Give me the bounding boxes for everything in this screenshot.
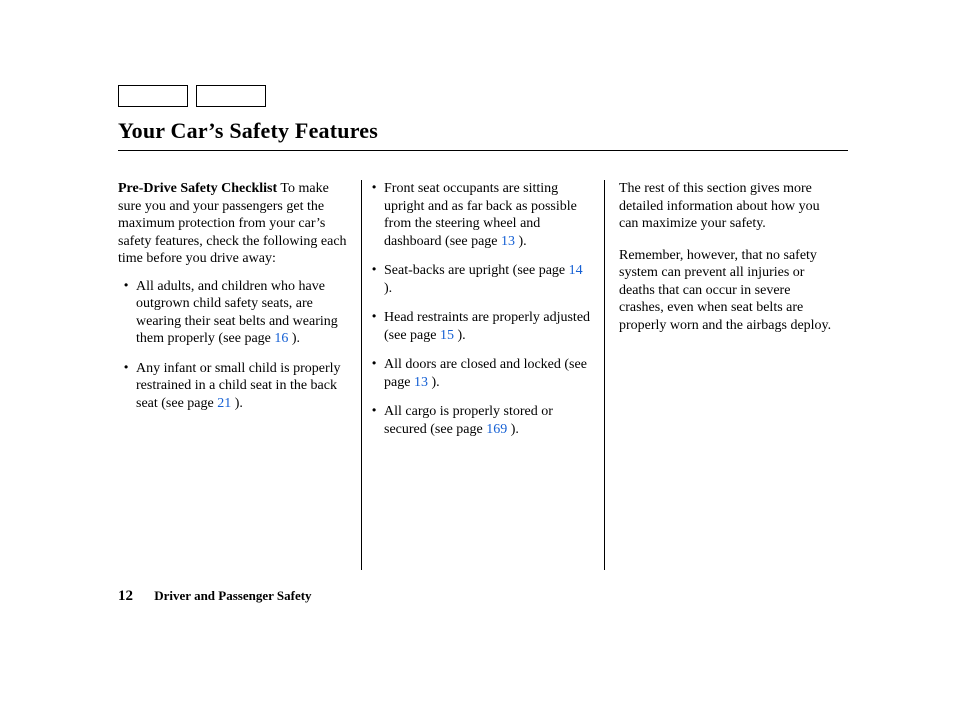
column-2: Front seat occupants are sitting upright… xyxy=(361,180,604,570)
list-item: Head restraints are properly adjusted (s… xyxy=(372,309,594,344)
page-ref-link[interactable]: 169 xyxy=(486,422,507,437)
checklist-heading: Pre-Drive Safety Checklist xyxy=(118,181,277,196)
content-columns: Pre-Drive Safety Checklist To make sure … xyxy=(118,180,848,570)
item-text-after: ). xyxy=(231,396,243,411)
list-item: All adults, and children who have outgro… xyxy=(124,278,351,348)
item-text-after: ). xyxy=(428,375,440,390)
section-name: Driver and Passenger Safety xyxy=(154,588,311,603)
checklist-col1: All adults, and children who have outgro… xyxy=(124,278,351,413)
item-text: Seat-backs are upright (see page xyxy=(384,263,569,278)
item-text-after: ). xyxy=(454,328,466,343)
column-3: The rest of this section gives more deta… xyxy=(604,180,847,570)
page-ref-link[interactable]: 21 xyxy=(217,396,231,411)
column-1: Pre-Drive Safety Checklist To make sure … xyxy=(118,180,361,570)
list-item: All cargo is properly stored or secured … xyxy=(372,403,594,438)
item-text-after: ). xyxy=(515,234,527,249)
item-text-after: ). xyxy=(507,422,519,437)
item-text: All cargo is properly stored or secured … xyxy=(384,404,553,437)
page-number: 12 xyxy=(118,588,133,604)
item-text: All adults, and children who have outgro… xyxy=(136,279,338,347)
page-ref-link[interactable]: 15 xyxy=(440,328,454,343)
tab-box-1 xyxy=(118,85,188,107)
item-text-after: ). xyxy=(288,331,300,346)
summary-paragraph-1: The rest of this section gives more deta… xyxy=(619,180,837,233)
list-item: Front seat occupants are sitting upright… xyxy=(372,180,594,250)
page-ref-link[interactable]: 13 xyxy=(414,375,428,390)
summary-paragraph-2: Remember, however, that no safety system… xyxy=(619,247,837,335)
page-ref-link[interactable]: 14 xyxy=(569,263,583,278)
page-footer: 12 Driver and Passenger Safety xyxy=(118,588,312,605)
manual-page: Your Car’s Safety Features Pre-Drive Saf… xyxy=(0,0,954,710)
item-text: Head restraints are properly adjusted (s… xyxy=(384,310,590,343)
item-text: Front seat occupants are sitting upright… xyxy=(384,181,577,249)
tab-box-2 xyxy=(196,85,266,107)
title-rule xyxy=(118,150,848,151)
page-title: Your Car’s Safety Features xyxy=(118,118,378,144)
page-ref-link[interactable]: 13 xyxy=(501,234,515,249)
list-item: Any infant or small child is properly re… xyxy=(124,360,351,413)
header-tabs xyxy=(118,85,266,107)
list-item: All doors are closed and locked (see pag… xyxy=(372,356,594,391)
checklist-col2: Front seat occupants are sitting upright… xyxy=(372,180,594,438)
item-text-after: ). xyxy=(384,281,392,296)
list-item: Seat-backs are upright (see page 14 ). xyxy=(372,262,594,297)
page-ref-link[interactable]: 16 xyxy=(274,331,288,346)
